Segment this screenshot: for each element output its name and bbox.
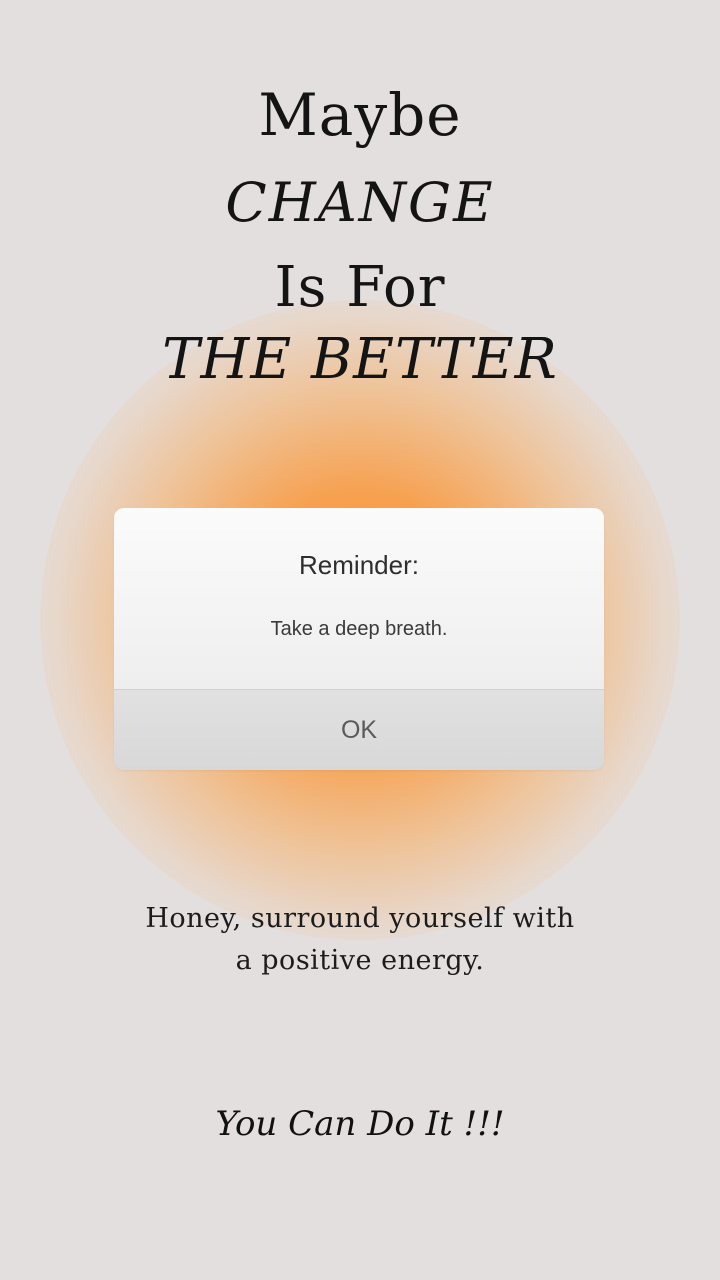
- ok-button[interactable]: OK: [114, 690, 604, 770]
- headline-line-the-better: THE BETTER: [162, 327, 558, 392]
- headline-line-maybe: Maybe: [258, 81, 462, 149]
- affirmation-line-1: Honey, surround yourself with: [145, 903, 575, 934]
- alert-message: Take a deep breath.: [270, 618, 448, 640]
- closing-message: You Can Do It !!!: [215, 1104, 505, 1144]
- affirmation-line-2: a positive energy.: [235, 945, 485, 976]
- reminder-alert-dialog: Reminder: Take a deep breath. OK: [114, 508, 604, 770]
- headline-line-is-for: Is For: [274, 255, 446, 320]
- headline-line-change: CHANGE: [225, 171, 495, 234]
- alert-title: Reminder:: [299, 550, 419, 580]
